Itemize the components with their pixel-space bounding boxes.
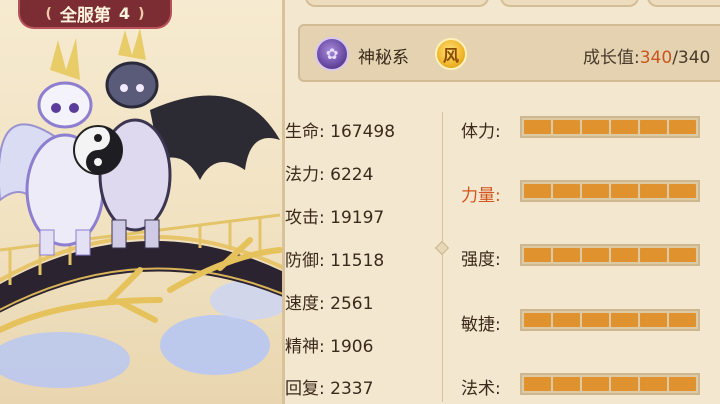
stat-value: 2337 bbox=[330, 379, 374, 399]
wind-element-icon[interactable]: 风 bbox=[435, 38, 467, 70]
column-divider bbox=[442, 112, 443, 402]
attr-label-strength: 力量: bbox=[461, 186, 501, 206]
attr-bar-segment bbox=[553, 248, 580, 262]
attr-bar-segment bbox=[553, 120, 580, 134]
attr-bar-segment bbox=[640, 313, 667, 327]
attr-bar-segment bbox=[582, 184, 609, 198]
attr-bar-segment bbox=[640, 377, 667, 391]
attr-bar-segment bbox=[640, 248, 667, 262]
attr-bar-segment bbox=[611, 120, 638, 134]
stat-value: 1906 bbox=[330, 337, 374, 357]
attr-bar-segment bbox=[640, 120, 667, 134]
rank-number: 4 bbox=[118, 4, 131, 23]
attr-bar-segment bbox=[582, 248, 609, 262]
stat-value: 19197 bbox=[330, 208, 385, 228]
banner-right-curl: ) bbox=[138, 5, 145, 22]
attr-label-agility: 敏捷: bbox=[461, 315, 501, 335]
stat-hp: 生命: 167498 bbox=[285, 122, 396, 142]
stat-value: 11518 bbox=[330, 251, 385, 271]
stat-label: 防御 bbox=[285, 251, 319, 271]
attr-bar-segment bbox=[611, 248, 638, 262]
attr-bar-segment bbox=[582, 120, 609, 134]
stat-label: 精神 bbox=[285, 337, 319, 357]
stat-spirit: 精神: 1906 bbox=[285, 337, 374, 357]
attr-bar-segment bbox=[524, 313, 551, 327]
attr-bar-segment bbox=[640, 184, 667, 198]
character-illustration bbox=[0, 28, 282, 388]
attr-bar-segment bbox=[669, 184, 696, 198]
attr-bar-segment bbox=[669, 377, 696, 391]
top-tab-2[interactable] bbox=[500, 0, 639, 7]
stat-value: 167498 bbox=[330, 122, 396, 142]
type-label: 神秘系 bbox=[358, 48, 409, 68]
attr-bar-segment bbox=[524, 377, 551, 391]
stat-label: 速度 bbox=[285, 294, 319, 314]
attr-bar-segment bbox=[669, 313, 696, 327]
attr-bar-segment bbox=[669, 120, 696, 134]
growth-value: 成长值:340/340 bbox=[583, 43, 710, 68]
attr-bar-strength bbox=[520, 180, 700, 202]
attr-bar-stamina bbox=[520, 116, 700, 138]
top-tab-3[interactable] bbox=[647, 0, 720, 7]
attr-bar-segment bbox=[553, 313, 580, 327]
attr-bar-segment bbox=[611, 184, 638, 198]
server-rank-banner: ( 全服第 4 ) bbox=[18, 0, 172, 29]
divider-diamond bbox=[434, 240, 450, 256]
attr-bar-endurance bbox=[520, 244, 700, 266]
top-tab-1[interactable] bbox=[305, 0, 489, 7]
attr-label-endurance: 强度: bbox=[461, 250, 501, 270]
stat-attack: 攻击: 19197 bbox=[285, 208, 385, 228]
character-scene: ( 全服第 4 ) bbox=[0, 0, 282, 404]
mystic-lotus-icon[interactable]: ✿ bbox=[315, 37, 349, 71]
growth-max: 340 bbox=[677, 48, 711, 68]
rank-label: 全服第 bbox=[59, 6, 111, 26]
stat-mp: 法力: 6224 bbox=[285, 165, 374, 185]
attr-bar-segment bbox=[553, 184, 580, 198]
attr-bar-segment bbox=[582, 377, 609, 391]
stat-defense: 防御: 11518 bbox=[285, 251, 385, 271]
attr-label-magic: 法术: bbox=[461, 379, 501, 399]
stat-regen: 回复: 2337 bbox=[285, 379, 374, 399]
attr-bar-segment bbox=[524, 184, 551, 198]
stat-value: 6224 bbox=[330, 165, 374, 185]
stat-label: 回复 bbox=[285, 379, 319, 399]
attr-bar-segment bbox=[553, 377, 580, 391]
growth-label: 成长值: bbox=[583, 48, 640, 68]
attr-bar-magic bbox=[520, 373, 700, 395]
stat-value: 2561 bbox=[330, 294, 374, 314]
stat-label: 生命 bbox=[285, 122, 319, 142]
attr-bar-segment bbox=[669, 248, 696, 262]
stat-label: 法力 bbox=[285, 165, 319, 185]
stat-label: 攻击 bbox=[285, 208, 319, 228]
attr-bar-segment bbox=[524, 120, 551, 134]
growth-current: 340 bbox=[639, 48, 673, 68]
attr-bar-segment bbox=[611, 313, 638, 327]
attr-bar-segment bbox=[582, 313, 609, 327]
attr-bar-agility bbox=[520, 309, 700, 331]
attr-bar-segment bbox=[611, 377, 638, 391]
attr-bar-segment bbox=[524, 248, 551, 262]
banner-left-curl: ( bbox=[45, 5, 52, 22]
stats-panel: ✿ 神秘系 风 成长值:340/340 生命: 167498 法力: 6224 … bbox=[282, 0, 720, 404]
stat-speed: 速度: 2561 bbox=[285, 294, 374, 314]
attr-label-stamina: 体力: bbox=[461, 122, 501, 142]
